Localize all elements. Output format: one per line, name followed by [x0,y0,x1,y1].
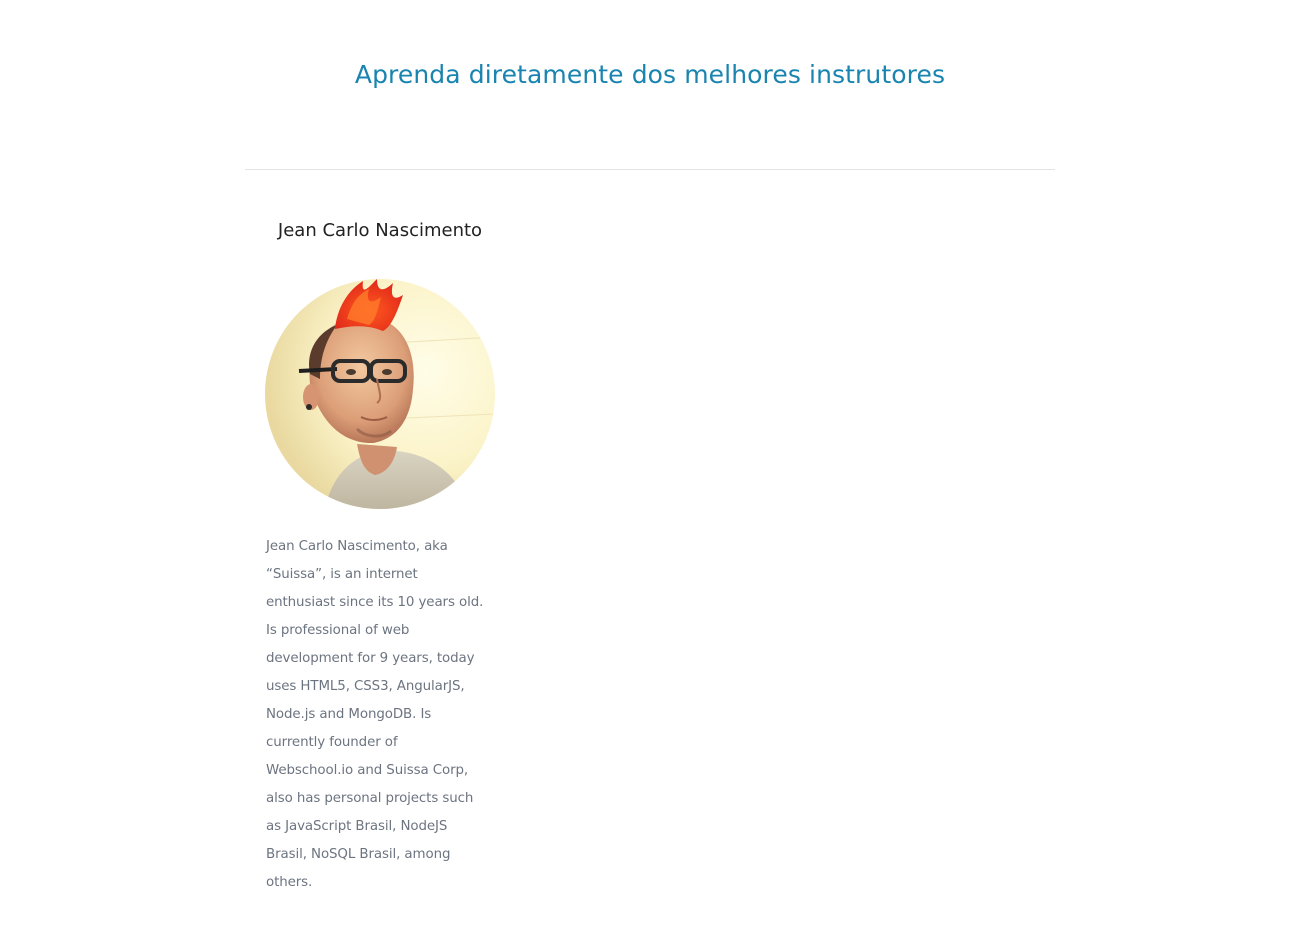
divider [245,169,1055,170]
avatar-photo [265,279,495,509]
instructor-bio: Jean Carlo Nascimento, aka “Suissa”, is … [266,539,484,890]
avatar [265,279,495,509]
page: Aprenda diretamente dos melhores instrut… [0,0,1300,949]
section-title: Aprenda diretamente dos melhores instrut… [354,60,946,89]
instructor-name: Jean Carlo Nascimento [277,220,483,241]
